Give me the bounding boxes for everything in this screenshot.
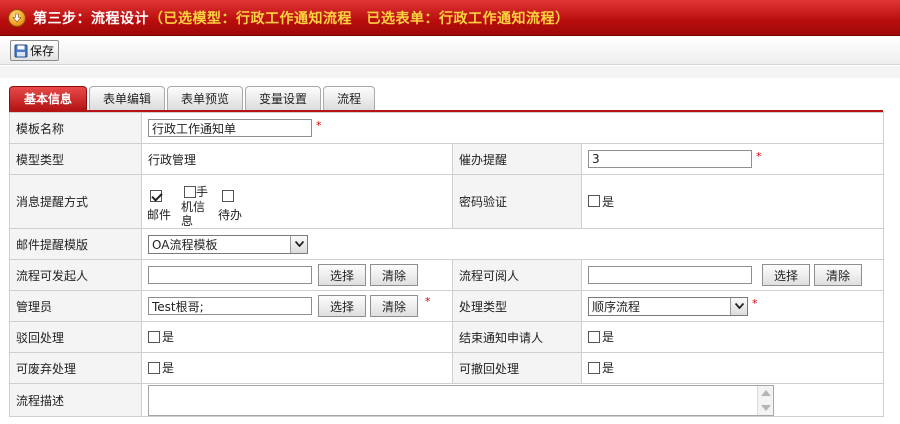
model-type-label: 模型类型	[9, 143, 142, 175]
notify-label: 消息提醒方式	[9, 174, 142, 229]
save-icon	[14, 44, 28, 57]
scroll-up-icon	[761, 390, 771, 396]
selected-model-form: （已选模型：行政工作通知流程 已选表单：行政工作通知流程）	[149, 10, 570, 27]
admin-clear-button[interactable]: 清除	[370, 295, 419, 317]
toolbar-separator	[0, 66, 900, 78]
notify-options: 邮件 手 机信 息 待办	[147, 177, 446, 228]
password-verify-option: 是	[602, 194, 615, 209]
revoke-label: 可撤回处理	[452, 352, 582, 384]
end-notify-option: 是	[602, 330, 615, 345]
model-type-value: 行政管理	[141, 143, 453, 175]
admin-select-button[interactable]: 选择	[318, 295, 367, 317]
initiator-select-button[interactable]: 选择	[318, 264, 367, 286]
password-verify-checkbox[interactable]	[588, 195, 600, 208]
sms-label-1: 手	[196, 184, 209, 199]
email-label: 邮件	[147, 207, 172, 222]
row-description: 流程描述	[9, 383, 885, 417]
tab-bar: 基本信息 表单编辑 表单预览 变量设置 流程	[9, 86, 377, 110]
template-name-label: 模板名称	[9, 112, 142, 144]
reminder-label: 催办提醒	[452, 143, 582, 175]
toolbar: 保存	[0, 37, 900, 65]
revoke-checkbox[interactable]	[588, 361, 600, 374]
description-scrollbar[interactable]	[757, 386, 773, 415]
basic-info-form: 模板名称 * 模型类型 行政管理 催办提醒 * 消息提醒方式 邮件 手 机信 息	[9, 112, 885, 417]
reader-input[interactable]	[588, 266, 752, 284]
abandon-label: 可废弃处理	[9, 352, 142, 384]
required-mark: *	[752, 296, 758, 310]
mail-template-value: OA流程模板	[152, 237, 218, 252]
todo-label: 待办	[218, 207, 243, 222]
admin-label: 管理员	[9, 290, 142, 322]
reminder-input[interactable]	[588, 150, 752, 168]
save-button-label: 保存	[30, 44, 55, 58]
process-type-select[interactable]: 顺序流程	[588, 296, 748, 316]
process-type-value: 顺序流程	[592, 299, 641, 314]
row-initiator: 流程可发起人 选择 清除 流程可阅人 选择 清除	[9, 259, 885, 291]
tab-variable-settings[interactable]: 变量设置	[245, 86, 322, 110]
row-reject: 驳回处理 是 结束通知申请人 是	[9, 321, 885, 353]
reject-checkbox[interactable]	[148, 330, 160, 343]
chevron-down-icon	[290, 235, 307, 253]
chevron-down-icon	[730, 297, 747, 315]
row-template-name: 模板名称 *	[9, 112, 885, 144]
initiator-clear-button[interactable]: 清除	[370, 264, 419, 286]
template-name-input[interactable]	[148, 119, 312, 137]
initiator-input[interactable]	[148, 266, 312, 284]
revoke-option: 是	[602, 361, 615, 376]
description-textarea[interactable]	[148, 385, 774, 416]
abandon-option: 是	[162, 361, 175, 376]
row-admin: 管理员 选择清除 * 处理类型 顺序流程 *	[9, 290, 885, 322]
row-mail-template: 邮件提醒模版 OA流程模板	[9, 228, 885, 260]
arrow-down-circle-icon	[8, 8, 26, 27]
sms-label-3: 息	[181, 213, 194, 228]
email-checkbox[interactable]	[150, 190, 162, 202]
initiator-label: 流程可发起人	[9, 259, 142, 291]
row-notify: 消息提醒方式 邮件 手 机信 息 待办 密码验证 是	[9, 174, 885, 229]
reject-label: 驳回处理	[9, 321, 142, 353]
row-abandon: 可废弃处理 是 可撤回处理 是	[9, 352, 885, 384]
end-notify-label: 结束通知申请人	[452, 321, 582, 353]
required-mark: *	[316, 119, 322, 132]
description-label: 流程描述	[9, 383, 142, 417]
tab-basic-info[interactable]: 基本信息	[9, 86, 88, 110]
mail-template-label: 邮件提醒模版	[9, 228, 142, 260]
reader-label: 流程可阅人	[452, 259, 582, 291]
end-notify-checkbox[interactable]	[588, 330, 600, 343]
todo-checkbox[interactable]	[222, 190, 234, 202]
required-mark: *	[756, 150, 762, 163]
scroll-down-icon	[761, 405, 771, 411]
row-model-type: 模型类型 行政管理 催办提醒 *	[9, 143, 885, 175]
page-title: 第三步：流程设计	[33, 10, 149, 27]
process-type-label: 处理类型	[452, 290, 582, 322]
save-button[interactable]: 保存	[10, 40, 60, 61]
reject-option: 是	[162, 330, 175, 345]
required-mark: *	[425, 295, 431, 308]
sms-checkbox[interactable]	[184, 186, 196, 198]
admin-input[interactable]	[148, 297, 312, 315]
tab-form-edit[interactable]: 表单编辑	[89, 86, 166, 110]
reader-select-button[interactable]: 选择	[762, 264, 811, 286]
mail-template-select[interactable]: OA流程模板	[148, 234, 308, 254]
tab-process[interactable]: 流程	[323, 86, 376, 110]
tab-form-preview[interactable]: 表单预览	[167, 86, 244, 110]
reader-clear-button[interactable]: 清除	[814, 264, 863, 286]
password-verify-label: 密码验证	[452, 174, 582, 229]
abandon-checkbox[interactable]	[148, 361, 160, 374]
page-header: 第三步：流程设计 （已选模型：行政工作通知流程 已选表单：行政工作通知流程）	[0, 0, 900, 36]
